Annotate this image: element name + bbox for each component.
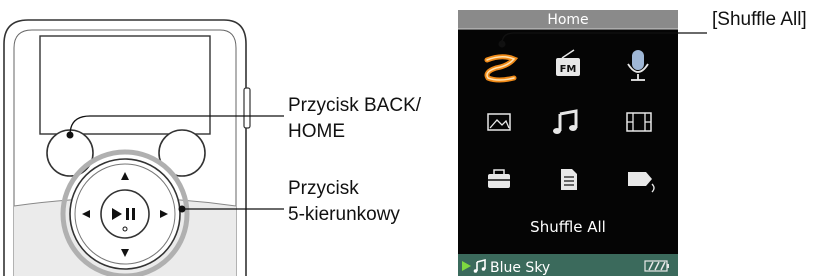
five-way-callout-label: Przycisk 5-kierunkowy <box>288 176 400 228</box>
back-home-callout-line1: Przycisk BACK/ <box>288 95 422 116</box>
selected-item-label: Shuffle All <box>530 218 606 236</box>
player-screen: Home FM Shuffle All Blue Sky <box>458 10 678 276</box>
now-playing-title: Blue Sky <box>490 260 550 276</box>
shuffle-all-callout-label: [Shuffle All] <box>712 9 807 30</box>
back-home-callout-label: Przycisk BACK/ HOME <box>288 93 421 145</box>
side-button <box>243 87 251 129</box>
screen-title: Home <box>547 12 588 28</box>
back-home-callout-line2: HOME <box>288 121 345 142</box>
fm-label: FM <box>560 64 577 75</box>
five-way-callout-line1: Przycisk <box>288 178 359 199</box>
playlist-document-icon[interactable] <box>561 169 577 190</box>
five-way-button[interactable] <box>69 158 181 270</box>
device-screen <box>39 35 211 135</box>
five-way-callout-line2: 5-kierunkowy <box>288 204 400 225</box>
pause-icon <box>126 208 129 220</box>
